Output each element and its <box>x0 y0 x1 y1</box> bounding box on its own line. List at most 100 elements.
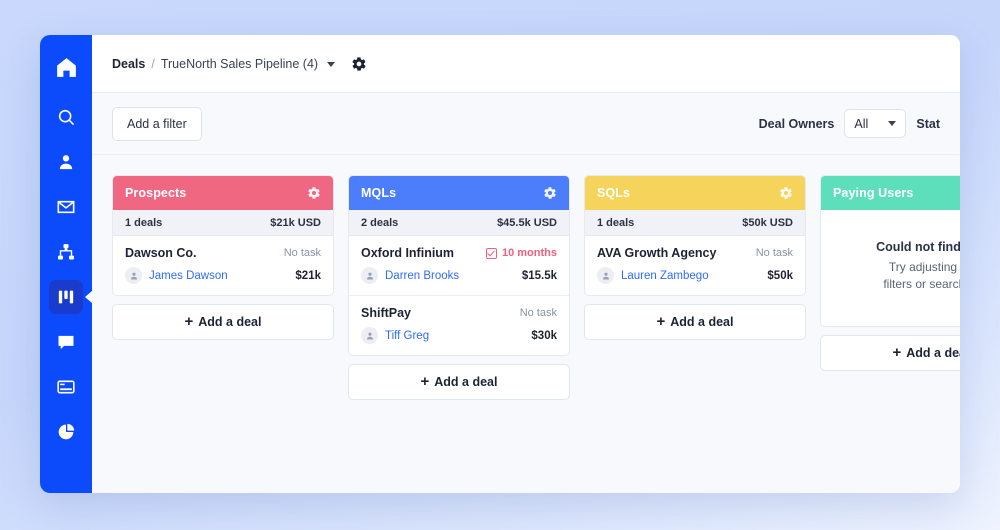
add-deal-label: Add a deal <box>198 315 262 329</box>
status-label: Stat <box>916 116 940 131</box>
deal-task-label: No task <box>755 247 793 259</box>
column-title: SQLs <box>597 186 631 200</box>
column-stats: 1 deals $21k USD <box>113 210 333 236</box>
add-deal-button[interactable]: + Add a deal <box>584 304 806 340</box>
deal-owners-label: Deal Owners <box>758 116 835 131</box>
column-deal-count: 1 deals <box>125 216 163 229</box>
chevron-down-icon <box>888 121 897 126</box>
billing-icon <box>56 377 76 397</box>
sidebar-item-contacts[interactable] <box>49 145 83 179</box>
chevron-down-icon[interactable] <box>327 62 336 67</box>
deal-footer: Lauren Zambego $50k <box>597 267 793 284</box>
column-card: MQLs 2 deals $45.5k USD Oxford Infinium 10 m… <box>348 175 570 356</box>
reports-icon <box>56 422 76 442</box>
column-deal-count: 2 deals <box>361 216 399 229</box>
plus-icon: + <box>892 343 902 361</box>
filter-controls: Deal Owners All Stat <box>759 109 940 138</box>
deal-card[interactable]: AVA Growth Agency No task Lauren Zambego $5… <box>585 236 805 295</box>
deal-card[interactable]: ShiftPay No task Tiff Greg $30k <box>349 296 569 355</box>
deal-task-label: No task <box>283 247 321 259</box>
deal-name: ShiftPay <box>361 306 412 320</box>
org-chart-icon <box>56 242 76 262</box>
gear-icon[interactable] <box>779 186 793 200</box>
chat-icon <box>56 332 76 352</box>
column-title: MQLs <box>361 186 397 200</box>
kanban-column: Prospects 1 deals $21k USD Dawson Co. No tas… <box>112 175 334 340</box>
deal-task-status: 10 months <box>485 247 557 259</box>
kanban-board: Prospects 1 deals $21k USD Dawson Co. No tas… <box>92 155 960 493</box>
column-card: SQLs 1 deals $50k USD AVA Growth Agency No t… <box>584 175 806 296</box>
deal-owner-link[interactable]: Lauren Zambego <box>621 270 709 282</box>
home-icon <box>54 55 79 80</box>
sidebar <box>40 35 92 493</box>
avatar <box>597 267 614 284</box>
column-card: Paying Users Could not find any Try adjust… <box>820 175 960 327</box>
add-deal-button[interactable]: + Add a deal <box>820 334 960 371</box>
deal-owner-link[interactable]: James Dawson <box>149 270 228 282</box>
deal-header: Dawson Co. No task <box>125 246 321 260</box>
add-deal-button[interactable]: + Add a deal <box>348 364 570 400</box>
empty-state: Could not find any Try adjusting yofilter… <box>821 210 960 326</box>
filter-bar: Add a filter Deal Owners All Stat <box>92 93 960 155</box>
deal-owner-link[interactable]: Darren Brooks <box>385 270 459 282</box>
add-deal-button[interactable]: + Add a deal <box>112 304 334 340</box>
kanban-column: MQLs 2 deals $45.5k USD Oxford Infinium 10 m… <box>348 175 570 400</box>
deal-name: Oxford Infinium <box>361 246 455 260</box>
deal-amount: $30k <box>531 329 557 342</box>
deal-header: ShiftPay No task <box>361 306 557 320</box>
add-filter-button[interactable]: Add a filter <box>112 106 202 141</box>
column-deal-total: $50k USD <box>742 216 793 229</box>
plus-icon: + <box>656 313 666 330</box>
deal-task-status: No task <box>756 247 793 259</box>
sidebar-item-deals[interactable] <box>49 280 83 314</box>
column-header: MQLs <box>349 176 569 210</box>
deal-footer: James Dawson $21k <box>125 267 321 284</box>
avatar <box>361 267 378 284</box>
deal-header: AVA Growth Agency No task <box>597 246 793 260</box>
deal-footer: Darren Brooks $15.5k <box>361 267 557 284</box>
column-title: Prospects <box>125 186 187 200</box>
column-title: Paying Users <box>833 186 914 200</box>
avatar <box>125 267 142 284</box>
plus-icon: + <box>420 373 430 390</box>
deal-header: Oxford Infinium 10 months <box>361 246 557 260</box>
gear-icon[interactable] <box>307 186 321 200</box>
sidebar-item-organization[interactable] <box>49 235 83 269</box>
gear-icon[interactable] <box>543 186 557 200</box>
deal-amount: $15.5k <box>521 269 557 282</box>
sidebar-item-reports[interactable] <box>49 415 83 449</box>
column-header: SQLs <box>585 176 805 210</box>
mail-icon <box>56 197 76 217</box>
deal-footer: Tiff Greg $30k <box>361 327 557 344</box>
column-header: Paying Users <box>821 176 960 210</box>
deal-card[interactable]: Dawson Co. No task James Dawson $21k <box>113 236 333 295</box>
empty-state-subtitle: Try adjusting yofilters or search te <box>883 260 960 292</box>
breadcrumb-root[interactable]: Deals <box>112 57 145 71</box>
sidebar-item-search[interactable] <box>49 100 83 134</box>
main-content: Deals / TrueNorth Sales Pipeline (4) Add… <box>92 35 960 493</box>
column-stats: 1 deals $50k USD <box>585 210 805 236</box>
breadcrumb-current-pipeline[interactable]: TrueNorth Sales Pipeline (4) <box>161 57 318 71</box>
sidebar-item-home[interactable] <box>49 50 83 84</box>
deal-task-label: 10 months <box>501 247 557 259</box>
contacts-icon <box>56 152 76 172</box>
column-deal-count: 1 deals <box>597 216 635 229</box>
empty-state-title: Could not find any <box>876 240 960 254</box>
column-stats: 2 deals $45.5k USD <box>349 210 569 236</box>
deal-owners-value: All <box>854 116 869 131</box>
kanban-column: SQLs 1 deals $50k USD AVA Growth Agency No t… <box>584 175 806 340</box>
topbar: Deals / TrueNorth Sales Pipeline (4) <box>92 35 960 93</box>
sidebar-item-chat[interactable] <box>49 325 83 359</box>
deal-card[interactable]: Oxford Infinium 10 months Darren Brooks $15… <box>349 236 569 296</box>
plus-icon: + <box>184 313 194 330</box>
deal-owner-link[interactable]: Tiff Greg <box>385 330 429 342</box>
deal-task-label: No task <box>519 307 557 319</box>
kanban-icon <box>56 287 76 307</box>
deal-owners-select[interactable]: All <box>844 109 907 138</box>
gear-icon[interactable] <box>351 56 367 72</box>
deal-task-status: No task <box>520 307 557 319</box>
deal-name: AVA Growth Agency <box>597 246 717 260</box>
sidebar-item-mail[interactable] <box>49 190 83 224</box>
search-icon <box>56 107 76 127</box>
sidebar-item-billing[interactable] <box>49 370 83 404</box>
